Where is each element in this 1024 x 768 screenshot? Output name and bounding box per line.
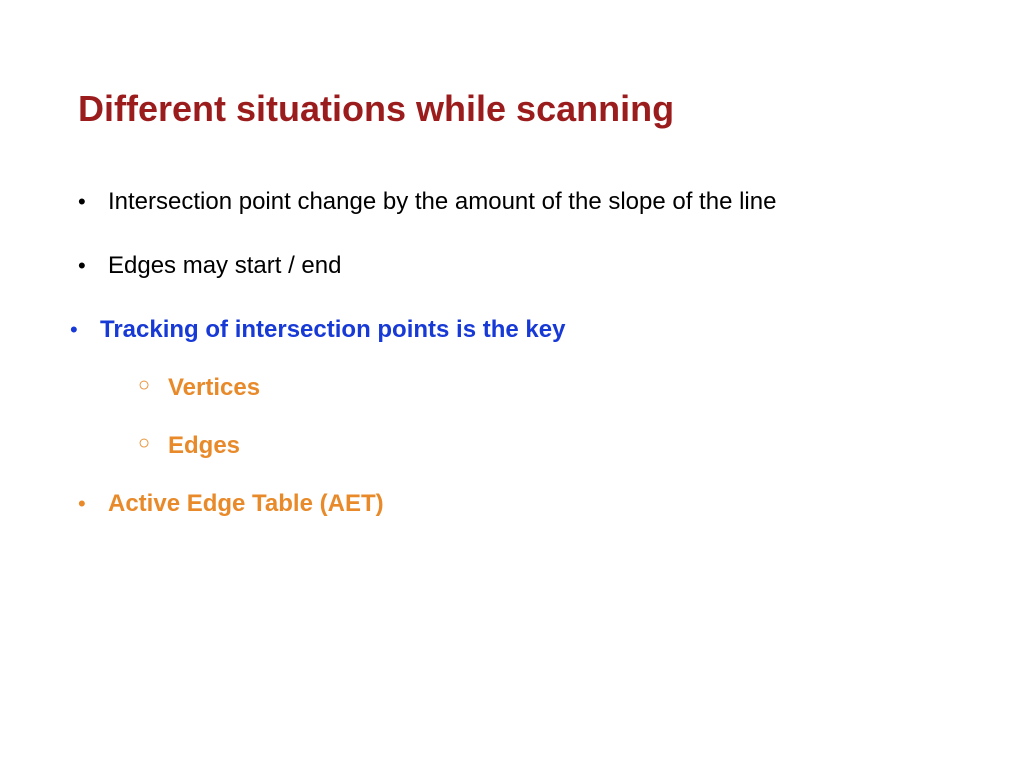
list-item: Edges may start / end	[78, 252, 946, 280]
sub-bullet-text: Edges	[168, 432, 240, 460]
bullet-text: Tracking of intersection points is the k…	[100, 316, 565, 344]
sub-bullet-text: Vertices	[168, 374, 260, 402]
slide-bullet-list: Intersection point change by the amount …	[78, 188, 946, 344]
bullet-text: Edges may start / end	[108, 252, 341, 280]
list-item: Tracking of intersection points is the k…	[70, 316, 946, 344]
sub-bullet-list: Vertices Edges	[78, 374, 946, 460]
bullet-dot-icon	[78, 188, 108, 216]
bullet-text: Intersection point change by the amount …	[108, 188, 776, 216]
bullet-dot-icon	[78, 252, 108, 280]
bullet-dot-icon	[70, 316, 100, 344]
list-item: Vertices	[138, 374, 946, 402]
circle-bullet-icon	[138, 432, 168, 455]
list-item: Edges	[138, 432, 946, 460]
list-item: Active Edge Table (AET)	[78, 490, 946, 518]
slide-bullet-list-continued: Active Edge Table (AET)	[78, 490, 946, 518]
list-item: Intersection point change by the amount …	[78, 188, 946, 216]
bullet-dot-icon	[78, 490, 108, 518]
bullet-text: Active Edge Table (AET)	[108, 490, 384, 518]
slide-title: Different situations while scanning	[78, 88, 946, 130]
circle-bullet-icon	[138, 374, 168, 397]
